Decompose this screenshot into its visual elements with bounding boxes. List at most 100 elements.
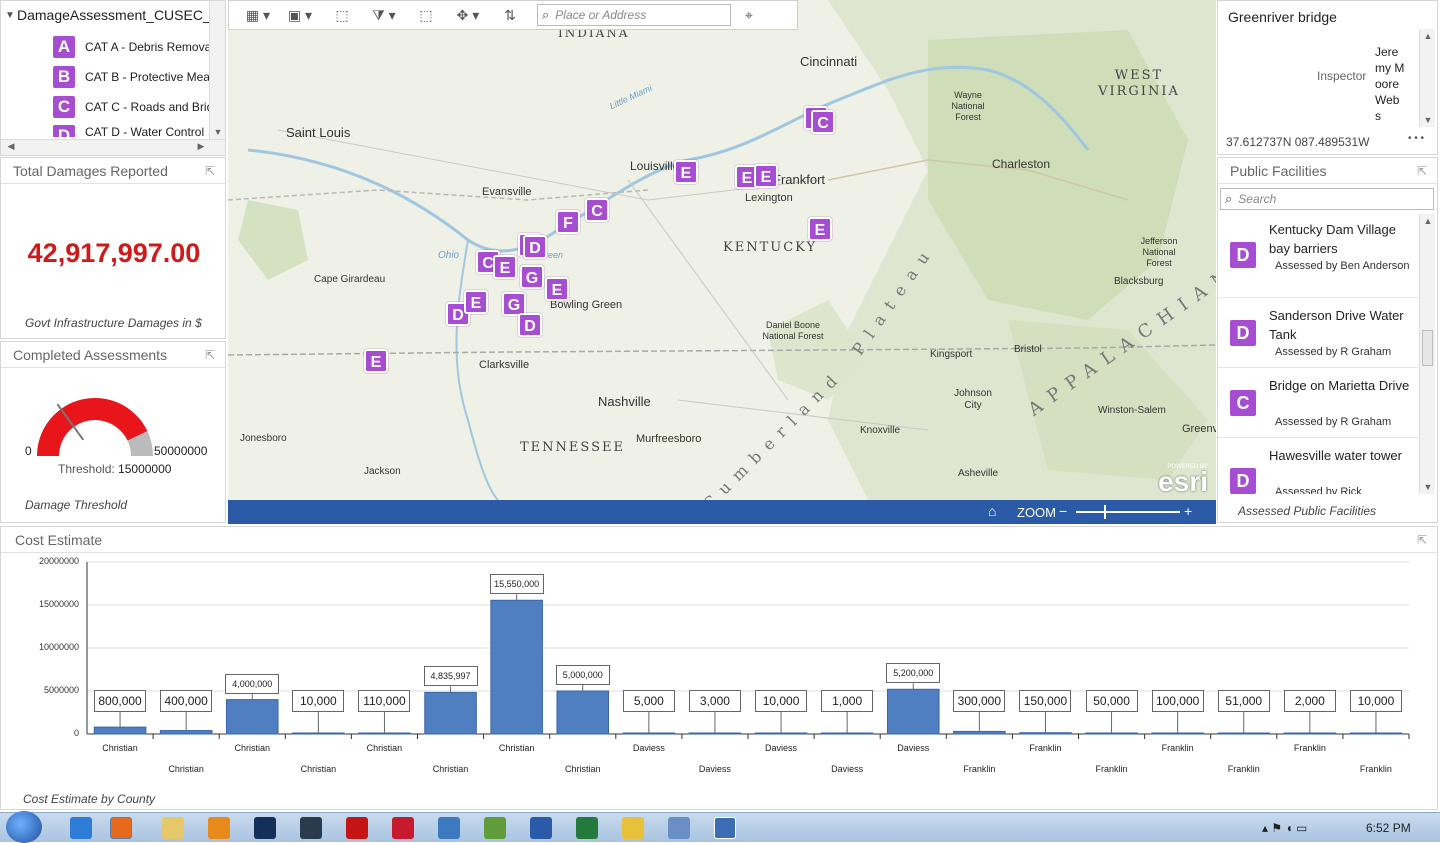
bar[interactable]	[292, 732, 345, 735]
bar[interactable]	[159, 730, 213, 735]
locate-icon[interactable]: ⌖	[731, 3, 767, 27]
arcgis-icon[interactable]	[484, 817, 506, 839]
map-label-johnson-city: Johnson City	[954, 388, 992, 411]
map-label-jefferson-forest: Jefferson National Forest	[1140, 236, 1178, 268]
legend-scrollbar-h[interactable]: ◀ ▶	[1, 139, 225, 155]
list-item[interactable]: D Kentucky Dam Village bay barriers Asse…	[1218, 214, 1418, 298]
bar[interactable]	[1283, 732, 1337, 735]
app-icon[interactable]	[392, 817, 414, 839]
expand-icon[interactable]: ⇱	[203, 164, 217, 178]
map-view[interactable]: Cincinnati Saint Louis Louisville Frankf…	[228, 0, 1216, 500]
ie-icon[interactable]	[70, 817, 92, 839]
swipe-icon[interactable]: ⇅	[489, 3, 531, 27]
zoom-slider-handle[interactable]	[1104, 505, 1106, 519]
map-marker[interactable]: C	[585, 198, 609, 222]
basemap-gallery-icon[interactable]: ▦ ▾	[237, 3, 279, 27]
scroll-up-icon[interactable]: ▲	[1420, 31, 1436, 41]
photoshop-icon[interactable]	[254, 817, 276, 839]
bar[interactable]	[225, 699, 279, 735]
measure-icon[interactable]: ⬚	[321, 3, 363, 27]
excel-icon[interactable]	[576, 817, 598, 839]
bar[interactable]	[622, 732, 676, 735]
bar[interactable]	[1349, 732, 1403, 735]
x-category-label: Daviess	[765, 743, 798, 753]
app-icon[interactable]	[622, 817, 644, 839]
home-icon[interactable]: ⌂	[988, 503, 996, 519]
scroll-up-icon[interactable]: ▲	[1420, 216, 1436, 226]
facilities-scrollbar[interactable]: ▲ ▼	[1419, 214, 1435, 494]
scrollbar-thumb[interactable]	[1422, 330, 1433, 366]
map-marker[interactable]: G	[520, 265, 544, 289]
bar[interactable]	[1151, 732, 1204, 735]
scroll-down-icon[interactable]: ▼	[1420, 482, 1436, 492]
legend-chevron-icon[interactable]: ▼	[5, 10, 15, 21]
facilities-search-input[interactable]: ⌕ Search	[1220, 188, 1434, 210]
map-marker[interactable]: E	[364, 349, 388, 373]
bar[interactable]	[1217, 732, 1271, 735]
tray-icons[interactable]: ▴ ⚑ ◖ ▭	[1262, 821, 1307, 835]
data-label: 3,000	[688, 690, 741, 712]
map-marker[interactable]: F	[556, 210, 580, 234]
legend-label: CAT A - Debris Remova	[85, 40, 212, 54]
media-player-icon[interactable]	[208, 817, 230, 839]
scroll-down-icon[interactable]: ▼	[1420, 115, 1436, 125]
map-marker[interactable]: E	[674, 160, 698, 184]
more-icon[interactable]: • • •	[1408, 133, 1424, 144]
detail-scrollbar[interactable]: ▲ ▼	[1419, 29, 1435, 127]
bar[interactable]	[490, 599, 543, 735]
scroll-right-icon[interactable]: ▶	[193, 141, 209, 152]
zoom-in-icon[interactable]: +	[1184, 503, 1192, 519]
map-marker[interactable]: D	[523, 235, 547, 259]
start-button[interactable]	[6, 811, 42, 843]
list-item[interactable]: D Hawesville water tower Assessed by Ric…	[1218, 438, 1418, 494]
map-marker[interactable]: E	[545, 277, 569, 301]
bar[interactable]	[886, 688, 940, 735]
map-marker[interactable]: E	[464, 290, 488, 314]
map-marker[interactable]: D	[518, 313, 542, 337]
bar[interactable]	[953, 730, 1006, 735]
zoom-out-icon[interactable]: −	[1059, 503, 1067, 519]
map-search-input[interactable]: ⌕ Place or Address	[537, 4, 731, 26]
scroll-left-icon[interactable]: ◀	[3, 141, 19, 152]
edit-icon[interactable]: ✥ ▾	[447, 3, 489, 27]
bar[interactable]	[424, 691, 477, 735]
map-zoom-bar: ⌂ ZOOM − +	[228, 500, 1216, 524]
bar[interactable]	[358, 732, 411, 735]
bar[interactable]	[556, 690, 610, 735]
select-icon[interactable]: ⬚	[405, 3, 447, 27]
bar[interactable]	[1019, 732, 1072, 735]
expand-icon[interactable]: ⇱	[203, 348, 217, 362]
zoom-slider[interactable]	[1076, 511, 1180, 513]
map-marker[interactable]: C	[811, 110, 835, 134]
map-marker[interactable]: E	[808, 217, 832, 241]
list-item[interactable]: C Bridge on Marietta Drive Assessed by R…	[1218, 368, 1418, 438]
app-icon[interactable]	[438, 817, 460, 839]
legend-scrollbar-v[interactable]: ▼	[209, 1, 225, 139]
app-icon[interactable]	[668, 817, 690, 839]
x-category-label: Daviess	[698, 764, 731, 774]
layer-list-icon[interactable]: ▣ ▾	[279, 3, 321, 27]
bar[interactable]	[688, 732, 742, 735]
firefox-icon[interactable]	[110, 817, 132, 839]
explorer-icon[interactable]	[162, 817, 184, 839]
bar[interactable]	[93, 726, 147, 735]
data-label: 110,000	[358, 690, 411, 712]
cat-d-icon: D	[1230, 320, 1256, 346]
map-marker[interactable]: E	[493, 255, 517, 279]
word-icon[interactable]	[530, 817, 552, 839]
legend-layer-title[interactable]: DamageAssessment_CUSEC_K	[17, 7, 220, 23]
x-category-label: Daviess	[897, 743, 930, 753]
map-marker[interactable]: E	[754, 164, 778, 188]
scroll-down-icon[interactable]: ▼	[210, 127, 225, 137]
bar[interactable]	[754, 732, 808, 735]
remote-desktop-icon[interactable]	[714, 817, 736, 839]
list-item[interactable]: D Sanderson Drive Water Tank Assessed by…	[1218, 298, 1418, 368]
expand-icon[interactable]: ⇱	[1415, 533, 1429, 547]
acrobat-icon[interactable]	[346, 817, 368, 839]
bar[interactable]	[820, 732, 874, 735]
bar[interactable]	[1085, 732, 1138, 735]
filter-icon[interactable]: ⧩ ▾	[363, 3, 405, 27]
expand-icon[interactable]: ⇱	[1415, 164, 1429, 178]
lightroom-icon[interactable]	[300, 817, 322, 839]
clock[interactable]: 6:52 PM	[1366, 821, 1411, 835]
